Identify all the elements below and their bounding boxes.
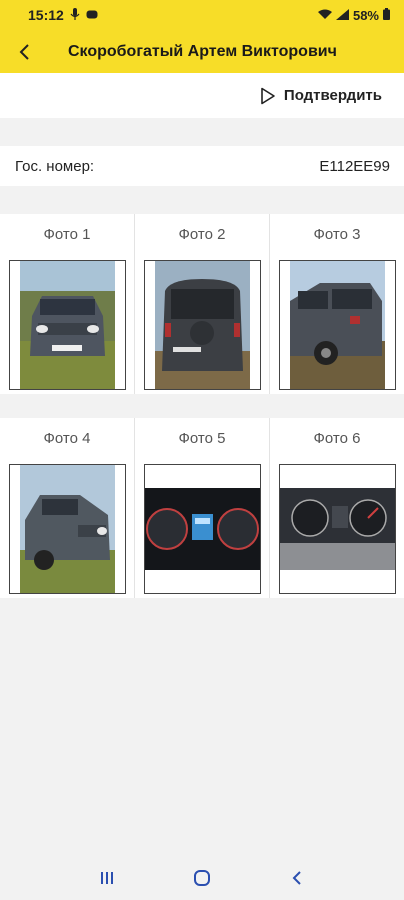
battery-icon [383,7,390,23]
photo-row-1: Фото 1 Фото 2 Фото 3 [0,214,404,394]
status-bar: 15:12 58% [0,0,404,30]
photo-thumbnail-5[interactable] [143,464,261,594]
plate-row: Гос. номер: Е112ЕЕ99 [0,146,404,186]
chevron-left-icon [19,43,29,60]
photo-label: Фото 3 [313,226,361,243]
photo-label: Фото 1 [43,226,91,243]
cast-icon [86,7,98,23]
photo-label: Фото 2 [178,226,226,243]
car-side-photo [289,261,385,389]
confirm-label: Подтвердить [283,87,382,104]
photo-thumbnail-3[interactable] [278,260,396,390]
signal-icon [335,8,349,23]
battery-percent: 58% [352,7,379,23]
photo-row-2: Фото 4 Фото 5 Фото 6 [0,418,404,598]
status-time: 15:12 [28,7,64,23]
photo-label: Фото 6 [313,430,361,447]
car-front-photo [19,261,115,389]
back-button[interactable] [0,30,48,73]
confirm-button[interactable]: Подтвердить [260,87,382,105]
instrument-cluster-photo [279,488,395,570]
plate-value: Е112ЕЕ99 [319,157,390,175]
wifi-icon [317,8,332,23]
photo-thumbnail-6[interactable] [278,464,396,594]
nav-back-button[interactable] [277,858,317,898]
photo-thumbnail-2[interactable] [143,260,261,390]
photo-thumbnail-1[interactable] [8,260,126,390]
play-outline-icon [260,87,276,105]
photo-label: Фото 5 [178,430,226,447]
home-button[interactable] [182,858,222,898]
recent-apps-button[interactable] [87,858,127,898]
photo-cell: Фото 3 [270,214,404,394]
app-bar: Скоробогатый Артем Викторович [0,30,404,73]
photo-cell: Фото 1 [0,214,135,394]
home-icon [193,869,210,886]
photo-cell: Фото 5 [135,418,270,598]
car-front-left-photo [19,465,115,593]
photo-cell: Фото 4 [0,418,135,598]
plate-label: Гос. номер: [15,157,95,175]
microphone-icon [70,7,80,23]
dashboard-photo [144,488,260,570]
system-nav-bar [0,855,404,900]
photo-cell: Фото 6 [270,418,404,598]
photo-cell: Фото 2 [135,214,270,394]
car-rear-photo [154,261,250,389]
photo-thumbnail-4[interactable] [8,464,126,594]
back-icon [292,870,301,885]
recent-apps-icon [101,871,114,884]
action-bar: Подтвердить [0,73,404,118]
photo-label: Фото 4 [43,430,91,447]
page-title: Скоробогатый Артем Викторович [68,42,337,60]
